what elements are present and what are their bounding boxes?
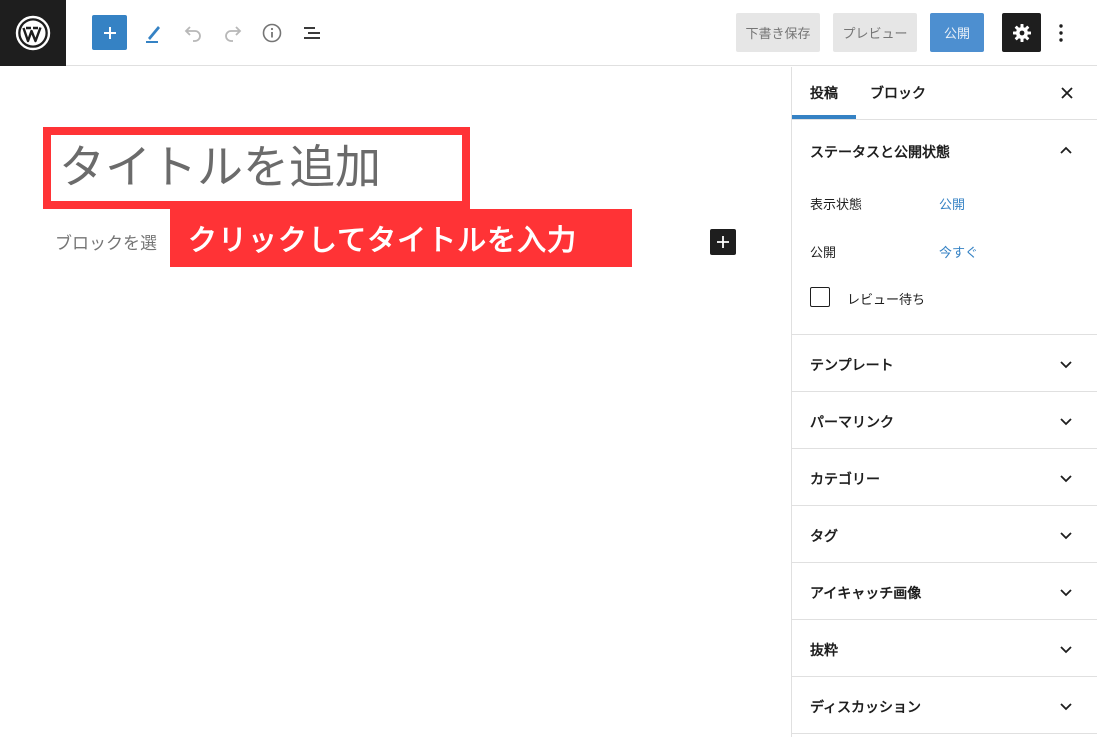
chevron-up-icon bbox=[1060, 146, 1072, 154]
panel-excerpt[interactable]: 抜粋 bbox=[792, 620, 1097, 677]
publish-button[interactable]: 公開 bbox=[930, 13, 984, 52]
pending-review-label[interactable]: レビュー待ち bbox=[847, 289, 925, 308]
info-icon bbox=[262, 23, 282, 43]
publish-date-label: 公開 bbox=[810, 246, 837, 261]
save-draft-button[interactable]: 下書き保存 bbox=[736, 13, 820, 52]
wordpress-logo-icon bbox=[15, 15, 51, 51]
panel-title[interactable]: テンプレート bbox=[810, 355, 894, 375]
tab-block[interactable]: ブロック bbox=[858, 67, 938, 119]
settings-button[interactable] bbox=[1002, 13, 1041, 52]
panel-toggle[interactable] bbox=[1056, 411, 1076, 431]
annotation-callout: クリックしてタイトルを入力 bbox=[170, 209, 632, 267]
add-block-button[interactable] bbox=[92, 15, 127, 50]
plus-icon bbox=[103, 26, 116, 39]
panel-toggle[interactable] bbox=[1056, 525, 1076, 545]
panel-discussion[interactable]: ディスカッション bbox=[792, 677, 1097, 734]
plus-icon bbox=[717, 236, 729, 248]
close-icon bbox=[1061, 87, 1073, 99]
panel-categories[interactable]: カテゴリー bbox=[792, 449, 1097, 506]
chevron-down-icon bbox=[1060, 418, 1072, 426]
panel-permalink[interactable]: パーマリンク bbox=[792, 392, 1097, 449]
chevron-down-icon bbox=[1060, 646, 1072, 654]
list-view-button[interactable] bbox=[299, 20, 325, 46]
tab-post[interactable]: 投稿 bbox=[792, 67, 856, 119]
panel-toggle[interactable] bbox=[1056, 582, 1076, 602]
more-options-button[interactable] bbox=[1050, 20, 1072, 46]
settings-sidebar: 投稿 ブロック ステータスと公開状態 表示状態 公開 公開 今すぐ レビュー待ち… bbox=[791, 67, 1097, 737]
panel-tags[interactable]: タグ bbox=[792, 506, 1097, 563]
gear-icon bbox=[1012, 23, 1031, 42]
close-sidebar-button[interactable] bbox=[1054, 80, 1080, 106]
panel-title[interactable]: パーマリンク bbox=[810, 412, 894, 432]
editor-toolbar: 下書き保存 プレビュー 公開 bbox=[0, 0, 1097, 66]
details-button[interactable] bbox=[259, 20, 285, 46]
redo-icon bbox=[225, 26, 242, 42]
chevron-down-icon bbox=[1060, 475, 1072, 483]
pen-icon bbox=[146, 26, 160, 43]
publish-date-value-link[interactable]: 今すぐ bbox=[939, 242, 978, 261]
chevron-down-icon bbox=[1060, 532, 1072, 540]
chevron-down-icon bbox=[1060, 703, 1072, 711]
panel-title[interactable]: 抜粋 bbox=[810, 640, 838, 660]
post-title-input[interactable]: タイトルを追加 bbox=[51, 135, 462, 201]
title-highlight-box: タイトルを追加 bbox=[43, 127, 470, 209]
panel-title[interactable]: ディスカッション bbox=[810, 697, 921, 717]
sidebar-tabs: 投稿 ブロック bbox=[792, 67, 1097, 120]
block-appender-placeholder[interactable]: ブロックを選 bbox=[55, 229, 185, 254]
list-view-icon bbox=[304, 27, 320, 39]
visibility-value-link[interactable]: 公開 bbox=[939, 194, 965, 213]
panel-toggle[interactable] bbox=[1056, 468, 1076, 488]
chevron-down-icon bbox=[1060, 361, 1072, 369]
undo-icon bbox=[184, 26, 201, 42]
pending-review-checkbox[interactable] bbox=[810, 287, 830, 307]
panel-title[interactable]: ステータスと公開状態 bbox=[810, 142, 950, 162]
redo-button[interactable] bbox=[220, 20, 246, 46]
panel-toggle[interactable] bbox=[1056, 639, 1076, 659]
panel-title[interactable]: アイキャッチ画像 bbox=[810, 583, 921, 603]
panel-toggle[interactable] bbox=[1056, 354, 1076, 374]
tools-button[interactable] bbox=[140, 20, 166, 46]
preview-button[interactable]: プレビュー bbox=[833, 13, 917, 52]
undo-button[interactable] bbox=[180, 20, 206, 46]
more-vertical-icon bbox=[1059, 24, 1063, 42]
panel-template[interactable]: テンプレート bbox=[792, 335, 1097, 392]
panel-toggle[interactable] bbox=[1056, 140, 1076, 160]
chevron-down-icon bbox=[1060, 589, 1072, 597]
visibility-label: 表示状態 bbox=[810, 198, 863, 213]
panel-featured-image[interactable]: アイキャッチ画像 bbox=[792, 563, 1097, 620]
panel-title[interactable]: タグ bbox=[810, 526, 838, 546]
inline-add-block-button[interactable] bbox=[710, 229, 736, 255]
wordpress-logo-button[interactable] bbox=[0, 0, 66, 66]
editor-canvas: タイトルを追加 ブロックを選 クリックしてタイトルを入力 bbox=[0, 67, 791, 737]
panel-toggle[interactable] bbox=[1056, 696, 1076, 716]
status-visibility-panel: ステータスと公開状態 表示状態 公開 公開 今すぐ レビュー待ち bbox=[792, 120, 1097, 335]
panel-title[interactable]: カテゴリー bbox=[810, 469, 880, 489]
